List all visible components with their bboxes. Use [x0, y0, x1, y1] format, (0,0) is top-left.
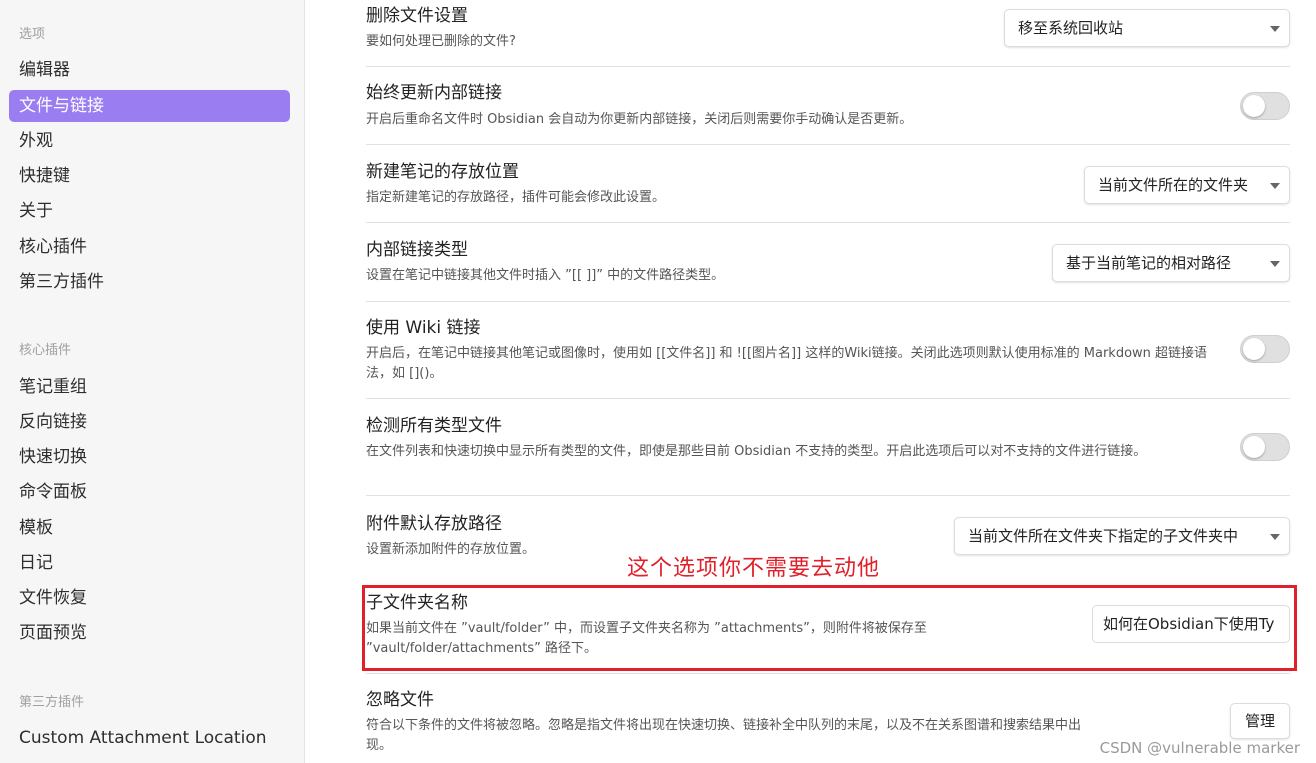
sidebar-item-editor[interactable]: 编辑器: [9, 54, 290, 86]
setting-use-wikilinks: 使用 Wiki 链接 开启后，在笔记中链接其他笔记或图像时，使用如 [[文件名]…: [366, 317, 1290, 387]
sidebar-item-files-and-links[interactable]: 文件与链接: [9, 90, 290, 122]
dropdown-value: 移至系统回收站: [1018, 19, 1124, 37]
sidebar-item-page-preview[interactable]: 页面预览: [9, 617, 290, 649]
toggle-knob: [1243, 95, 1265, 117]
chevron-down-icon: [1270, 26, 1280, 32]
toggle-knob: [1243, 338, 1265, 360]
sidebar-item-command-palette[interactable]: 命令面板: [9, 476, 290, 508]
attachment-path-dropdown[interactable]: 当前文件所在文件夹下指定的子文件夹中: [954, 517, 1290, 555]
sidebar-item-core-plugins[interactable]: 核心插件: [9, 231, 290, 263]
chevron-down-icon: [1270, 534, 1280, 540]
dropdown-value: 当前文件所在文件夹下指定的子文件夹中: [968, 527, 1239, 545]
sidebar-item-daily-notes[interactable]: 日记: [9, 547, 290, 579]
setting-description: 设置在笔记中链接其他文件时插入 ”[[ ]]” 中的文件路径类型。: [366, 268, 725, 283]
sidebar-item-file-recovery[interactable]: 文件恢复: [9, 582, 290, 614]
setting-name: 内部链接类型: [366, 240, 468, 260]
setting-name: 检测所有类型文件: [366, 416, 502, 436]
annotation-text: 这个选项你不需要去动他: [627, 556, 881, 581]
divider: [366, 144, 1290, 145]
new-note-location-dropdown[interactable]: 当前文件所在的文件夹: [1084, 166, 1290, 204]
setting-description: 开启后重命名文件时 Obsidian 会自动为你更新内部链接，关闭后则需要你手动…: [366, 112, 913, 127]
setting-description: 在文件列表和快速切换中显示所有类型的文件，即使是那些目前 Obsidian 不支…: [366, 444, 1147, 459]
detect-all-files-toggle[interactable]: [1240, 433, 1290, 461]
sidebar-heading-core-plugins: 核心插件: [19, 343, 72, 358]
setting-name: 使用 Wiki 链接: [366, 318, 481, 338]
setting-name: 新建笔记的存放位置: [366, 162, 519, 182]
divider: [366, 301, 1290, 302]
setting-description: 指定新建笔记的存放路径，插件可能会修改此设置。: [366, 190, 666, 205]
divider: [366, 222, 1290, 223]
sidebar-item-note-composer[interactable]: 笔记重组: [9, 371, 290, 403]
setting-update-internal-links: 始终更新内部链接 开启后重命名文件时 Obsidian 会自动为你更新内部链接，…: [366, 82, 1290, 136]
setting-detect-all-file-extensions: 检测所有类型文件 在文件列表和快速切换中显示所有类型的文件，即使是那些目前 Ob…: [366, 415, 1290, 485]
divider: [366, 66, 1290, 67]
dropdown-value: 当前文件所在的文件夹: [1098, 176, 1249, 194]
sidebar-item-hotkeys[interactable]: 快捷键: [9, 160, 290, 192]
dropdown-value: 基于当前笔记的相对路径: [1066, 254, 1232, 272]
link-format-dropdown[interactable]: 基于当前笔记的相对路径: [1052, 244, 1290, 282]
setting-name: 忽略文件: [366, 690, 434, 710]
setting-description: 开启后，在笔记中链接其他笔记或图像时，使用如 [[文件名]] 和 ![[图片名]…: [366, 346, 1208, 381]
setting-name: 始终更新内部链接: [366, 83, 502, 103]
setting-description-line-2: 现。: [366, 738, 393, 753]
setting-description: 要如何处理已删除的文件?: [366, 34, 516, 49]
sidebar-item-custom-attachment-location[interactable]: Custom Attachment Location: [9, 722, 290, 754]
deleted-files-dropdown[interactable]: 移至系统回收站: [1004, 9, 1290, 47]
sidebar-item-community-plugins[interactable]: 第三方插件: [9, 266, 290, 298]
setting-delete-files: 删除文件设置 要如何处理已删除的文件? 移至系统回收站: [366, 5, 1290, 59]
wikilinks-toggle[interactable]: [1240, 335, 1290, 363]
toggle-knob: [1243, 436, 1265, 458]
sidebar-item-appearance[interactable]: 外观: [9, 125, 290, 157]
setting-description: 设置新添加附件的存放位置。: [366, 542, 536, 557]
setting-link-format: 内部链接类型 设置在笔记中链接其他文件时插入 ”[[ ]]” 中的文件路径类型。…: [366, 239, 1290, 293]
setting-name: 附件默认存放路径: [366, 514, 502, 534]
sidebar-item-quick-switcher[interactable]: 快速切换: [9, 441, 290, 473]
update-links-toggle[interactable]: [1240, 92, 1290, 120]
setting-new-note-location: 新建笔记的存放位置 指定新建笔记的存放路径，插件可能会修改此设置。 当前文件所在…: [366, 161, 1290, 215]
setting-name: 删除文件设置: [366, 6, 468, 26]
divider: [366, 495, 1290, 496]
sidebar-item-backlinks[interactable]: 反向链接: [9, 406, 290, 438]
sidebar-item-templates[interactable]: 模板: [9, 512, 290, 544]
chevron-down-icon: [1270, 183, 1280, 189]
annotation-highlight-box: [362, 585, 1297, 671]
sidebar-heading-community-plugins: 第三方插件: [19, 695, 85, 710]
chevron-down-icon: [1270, 261, 1280, 267]
sidebar-heading-options: 选项: [19, 27, 46, 42]
sidebar-item-about[interactable]: 关于: [9, 195, 290, 227]
divider: [366, 673, 1290, 674]
manage-button[interactable]: 管理: [1229, 703, 1290, 739]
settings-sidebar: 选项 编辑器 文件与链接 外观 快捷键 关于 核心插件 第三方插件 核心插件 笔…: [0, 0, 305, 763]
watermark: CSDN @vulnerable marker: [1099, 739, 1300, 757]
setting-description-line-1: 符合以下条件的文件将被忽略。忽略是指文件将出现在快速切换、链接补全中队列的末尾，…: [366, 718, 1082, 733]
divider: [366, 398, 1290, 399]
